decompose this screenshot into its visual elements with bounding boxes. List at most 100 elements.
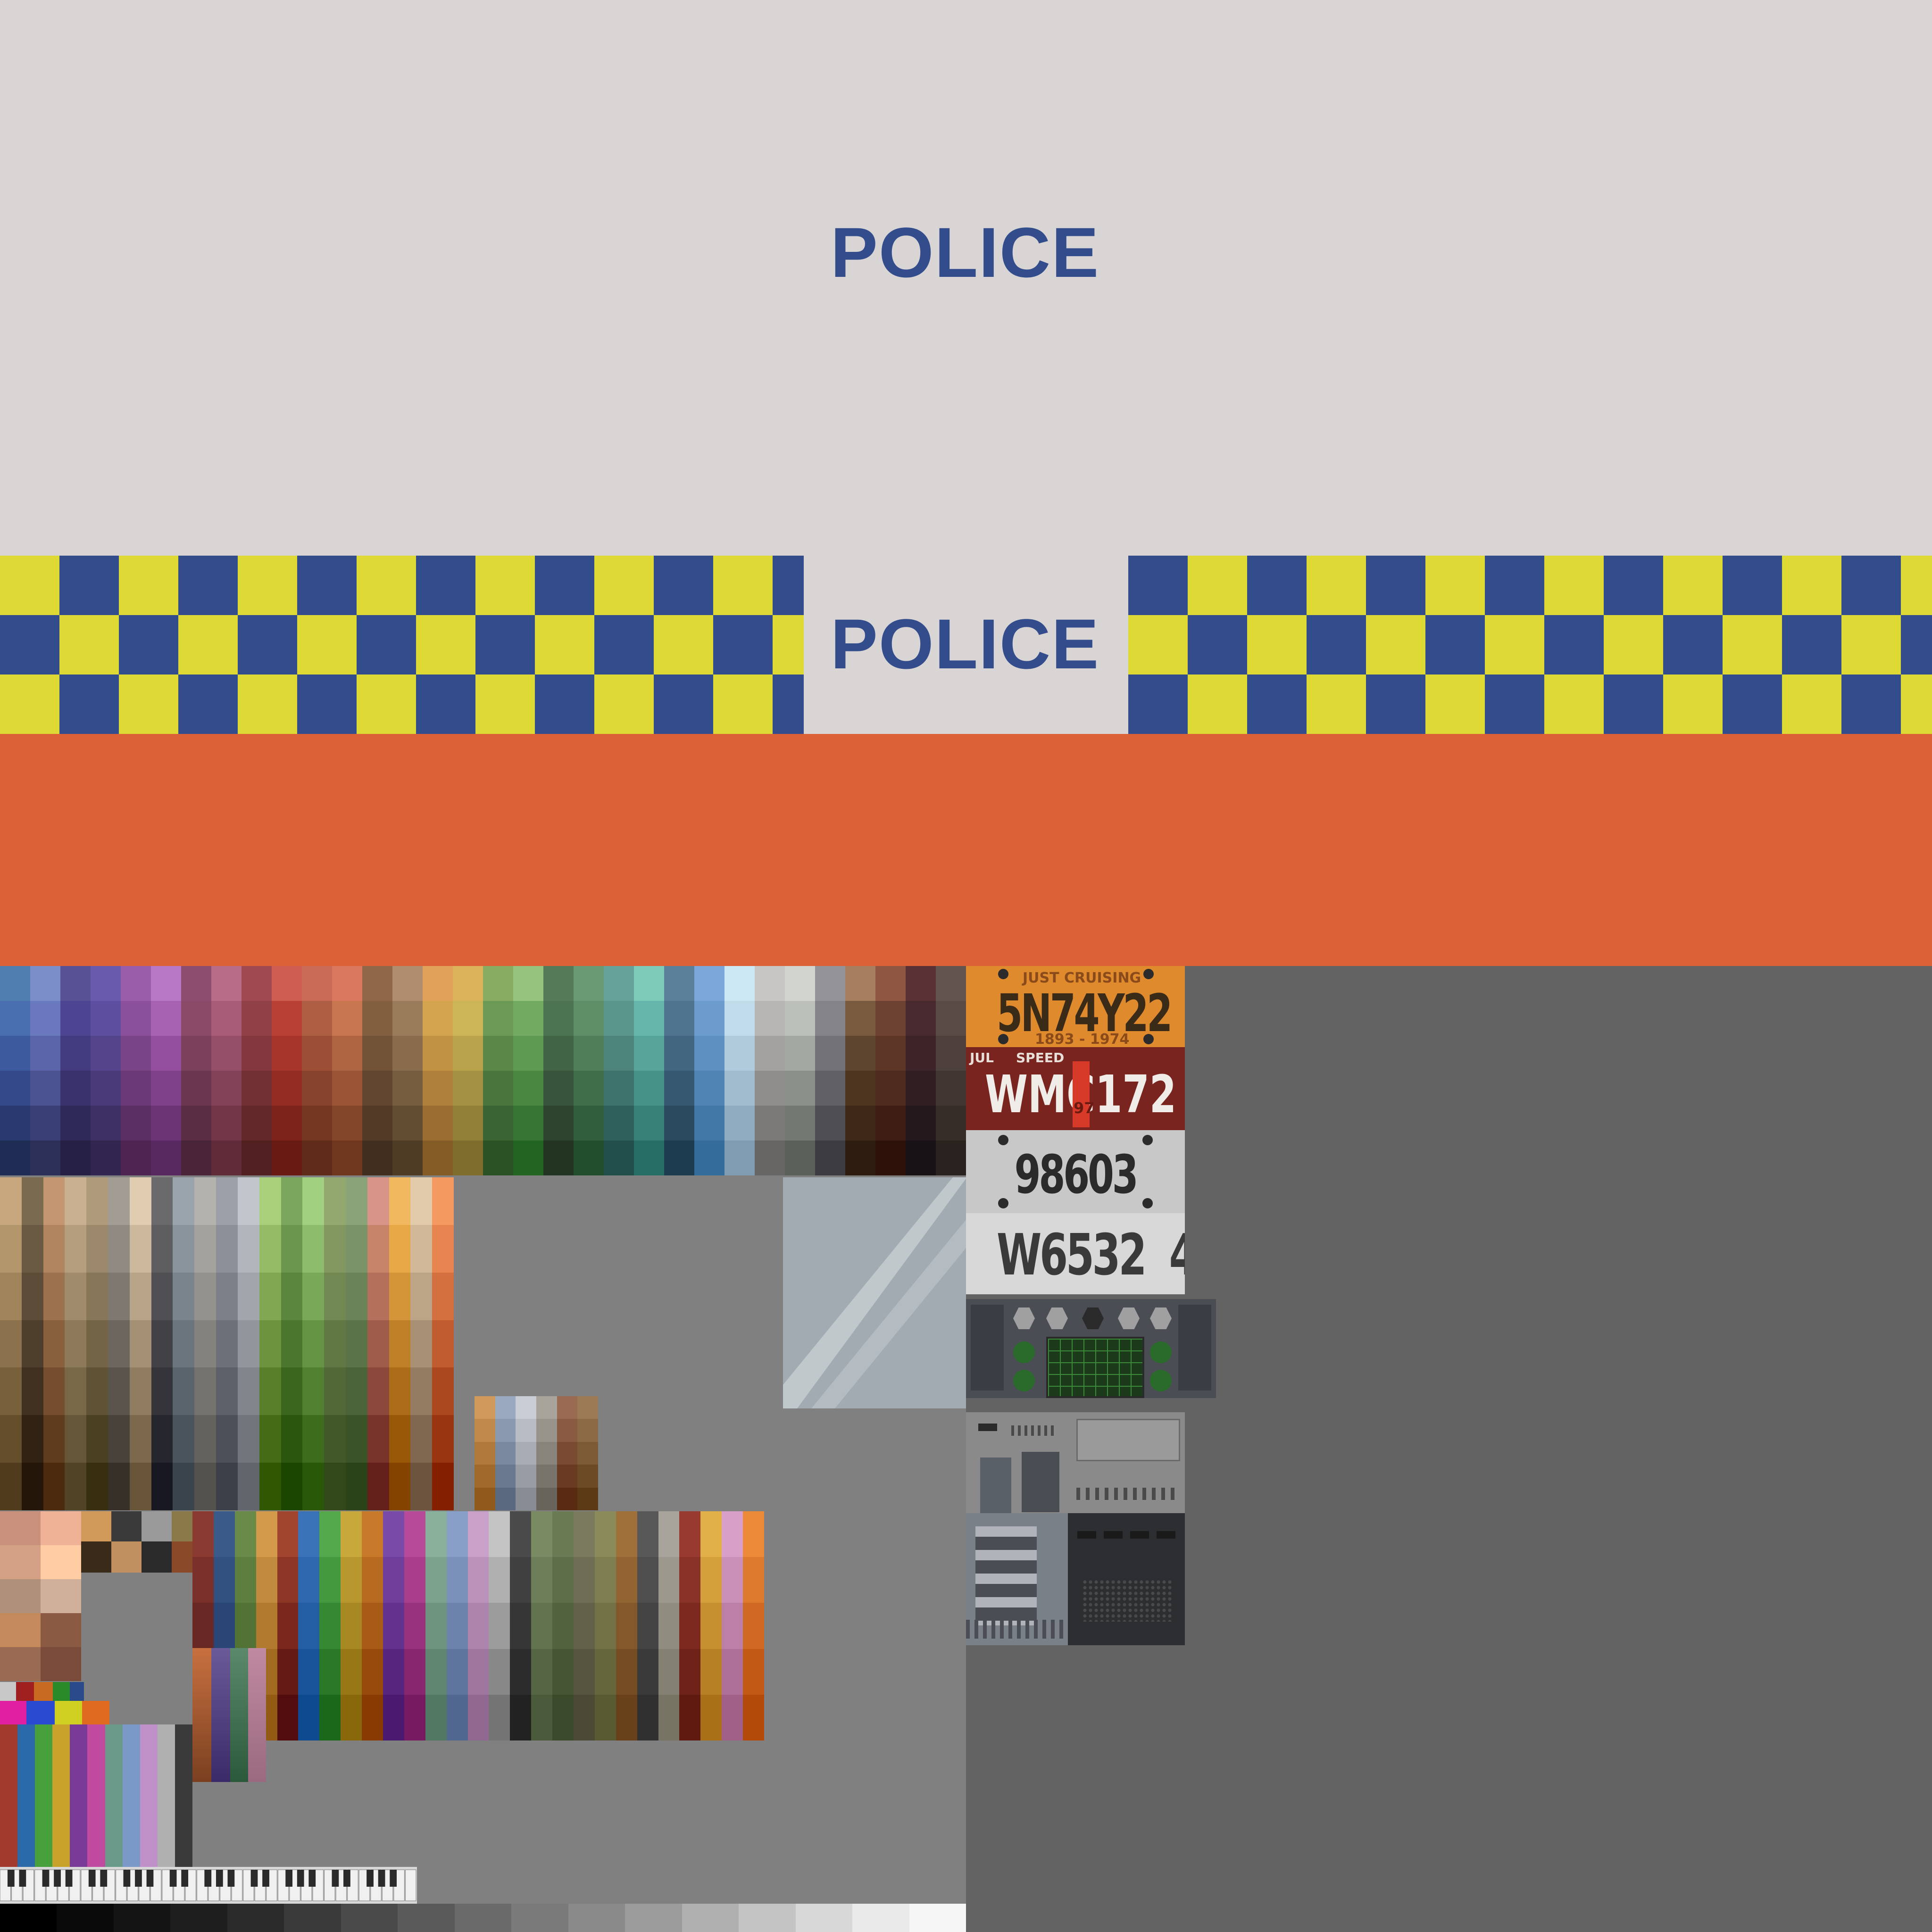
- color-swatch: [302, 1415, 325, 1463]
- color-swatch: [510, 1511, 532, 1557]
- color-swatch: [634, 966, 664, 1001]
- color-swatch: [0, 1106, 30, 1141]
- color-swatch: [700, 1557, 722, 1603]
- color-swatch: [242, 1036, 272, 1071]
- color-swatch: [173, 1415, 195, 1463]
- checker-square: [1841, 675, 1901, 734]
- checker-square: [238, 556, 297, 615]
- color-palette-small: [475, 1396, 598, 1510]
- grey-swatch: [852, 1904, 909, 1932]
- color-swatch: [604, 1001, 634, 1036]
- color-swatch: [543, 1036, 574, 1071]
- color-swatch: [65, 1177, 87, 1225]
- color-swatch: [362, 1557, 383, 1603]
- color-swatch: [281, 1177, 303, 1225]
- color-swatch: [86, 1463, 108, 1510]
- color-swatch: [151, 1071, 181, 1106]
- color-swatch: [237, 1177, 259, 1225]
- color-swatch: [0, 1272, 22, 1320]
- color-swatch: [700, 1694, 722, 1740]
- color-swatch: [86, 1272, 108, 1320]
- skin-swatch: [0, 1579, 41, 1613]
- color-swatch: [91, 1071, 121, 1106]
- color-swatch: [192, 1511, 214, 1557]
- color-swatch: [129, 1224, 151, 1273]
- color-swatch: [362, 1649, 383, 1695]
- checker-square: [59, 556, 119, 615]
- color-swatch: [21, 1272, 43, 1320]
- grey-swatch: [682, 1904, 739, 1932]
- color-swatch: [332, 1071, 362, 1106]
- color-swatch: [216, 1367, 238, 1416]
- color-swatch: [574, 1649, 595, 1695]
- color-swatch: [483, 1141, 513, 1175]
- color-swatch: [173, 1224, 195, 1273]
- color-swatch: [237, 1463, 259, 1510]
- color-swatch: [21, 1177, 43, 1225]
- color-swatch: [213, 1511, 235, 1557]
- color-swatch: [875, 1141, 906, 1175]
- color-swatch: [345, 1320, 367, 1368]
- checker-square: [1841, 556, 1901, 615]
- color-swatch: [446, 1557, 468, 1603]
- grey-swatch: [568, 1904, 625, 1932]
- checker-square: [357, 556, 416, 615]
- plate-orange: JUST CRUISING 5N74Y22 1893 - 1974: [966, 966, 1185, 1047]
- color-swatch: [475, 1441, 495, 1465]
- black-key: [7, 1870, 15, 1887]
- checker-square: [1841, 615, 1901, 675]
- color-swatch: [658, 1649, 680, 1695]
- checker-square: [1247, 675, 1307, 734]
- color-swatch: [536, 1465, 557, 1488]
- color-swatch: [658, 1511, 680, 1557]
- color-swatch: [298, 1649, 320, 1695]
- color-swatch: [129, 1320, 151, 1368]
- color-swatch: [91, 1036, 121, 1071]
- color-bar: [87, 1724, 105, 1867]
- plate-white-number: 98603 77: [1014, 1144, 1139, 1213]
- color-swatch: [302, 1177, 325, 1225]
- color-swatch: [367, 1367, 389, 1416]
- color-swatch: [724, 1001, 755, 1036]
- color-swatch: [446, 1694, 468, 1740]
- color-swatch: [237, 1224, 259, 1273]
- color-swatch: [108, 1320, 130, 1368]
- color-swatch: [389, 1367, 411, 1416]
- grey-swatch: [398, 1904, 455, 1932]
- color-swatch: [453, 1141, 483, 1175]
- color-swatch: [637, 1557, 658, 1603]
- color-swatch: [432, 1367, 454, 1416]
- color-swatch: [425, 1511, 447, 1557]
- color-swatch: [936, 1071, 966, 1106]
- color-swatch: [43, 1463, 65, 1510]
- color-swatch: [658, 1557, 680, 1603]
- black-key: [123, 1870, 131, 1887]
- black-key: [250, 1870, 258, 1887]
- black-key: [366, 1870, 374, 1887]
- color-swatch: [151, 1224, 173, 1273]
- color-swatch: [389, 1463, 411, 1510]
- color-swatch: [277, 1694, 299, 1740]
- color-swatch: [432, 1272, 454, 1320]
- color-swatch: [936, 1106, 966, 1141]
- equipment-panel-3: [966, 1513, 1068, 1645]
- color-swatch: [594, 1557, 616, 1603]
- color-swatch: [21, 1415, 43, 1463]
- color-swatch: [577, 1419, 598, 1442]
- color-swatch: [513, 1106, 543, 1141]
- checker-square: [1366, 556, 1425, 615]
- color-swatch: [467, 1557, 489, 1603]
- greyscale-ramp: [0, 1904, 966, 1932]
- color-swatch: [242, 1106, 272, 1141]
- checker-square: [535, 615, 594, 675]
- color-swatch: [302, 1141, 332, 1175]
- checker-square: [475, 675, 535, 734]
- color-swatch: [785, 1036, 815, 1071]
- color-swatch: [425, 1603, 447, 1649]
- color-swatch: [483, 1071, 513, 1106]
- black-key: [100, 1870, 108, 1887]
- color-swatch: [108, 1415, 130, 1463]
- color-swatch: [192, 1557, 214, 1603]
- color-swatch: [467, 1694, 489, 1740]
- color-swatch: [574, 1557, 595, 1603]
